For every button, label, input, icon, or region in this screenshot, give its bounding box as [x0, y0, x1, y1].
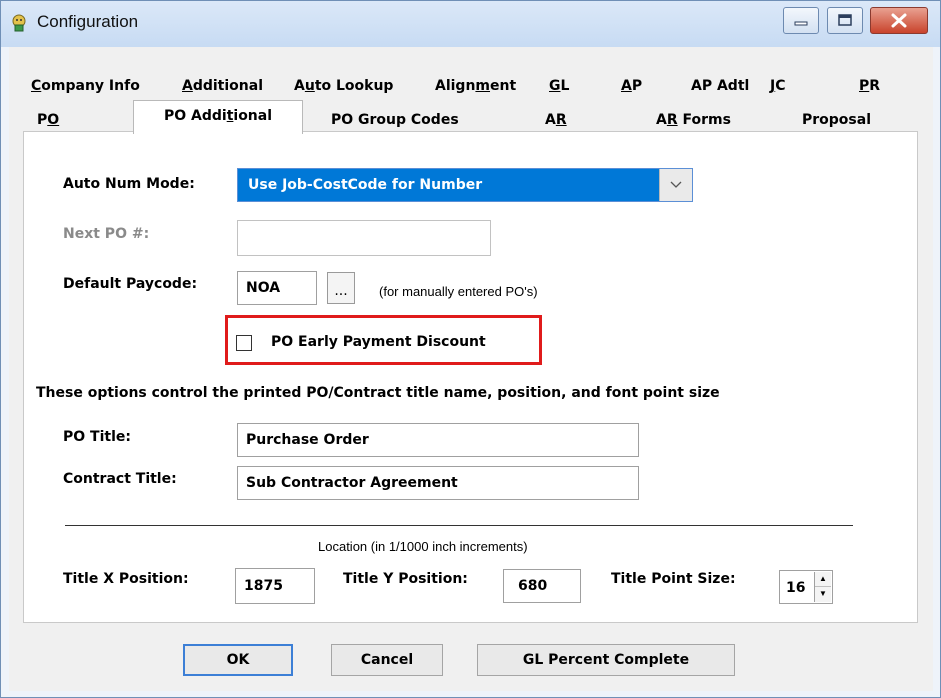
cancel-button[interactable]: Cancel [331, 644, 443, 676]
title-bar[interactable]: Configuration [1, 1, 940, 47]
default-paycode-label: Default Paycode: [63, 276, 198, 292]
maximize-button[interactable] [827, 7, 863, 34]
close-icon [891, 13, 907, 28]
auto-num-mode-label: Auto Num Mode: [63, 176, 195, 192]
close-button[interactable] [870, 7, 928, 34]
tab-po[interactable]: PO [37, 108, 59, 132]
tab-pr[interactable]: PR [859, 74, 880, 98]
location-note: Location (in 1/1000 inch increments) [318, 539, 528, 554]
tab-ap[interactable]: AP [621, 74, 642, 98]
gl-percent-complete-button[interactable]: GL Percent Complete [477, 644, 735, 676]
early-payment-discount-checkbox[interactable] [236, 335, 252, 351]
config-app-icon [12, 14, 26, 32]
point-size-value: 16 [786, 580, 806, 596]
paycode-browse-button[interactable]: ... [327, 272, 355, 304]
tab-proposal[interactable]: Proposal [802, 108, 871, 132]
tab-company-info[interactable]: Company Info [31, 74, 140, 98]
spinner-arrows[interactable]: ▲ ▼ [814, 572, 831, 602]
options-heading: These options control the printed PO/Con… [36, 385, 720, 401]
spin-down-icon[interactable]: ▼ [815, 587, 831, 601]
auto-num-mode-value: Use Job-CostCode for Number [248, 177, 483, 193]
tab-jc[interactable]: JC [770, 74, 786, 98]
tab-ar-forms[interactable]: AR Forms [656, 108, 731, 132]
window-title: Configuration [37, 12, 139, 31]
paycode-field[interactable]: NOA [237, 271, 317, 305]
tab-alignment[interactable]: Alignment [435, 74, 516, 98]
title-y-field[interactable]: 680 [503, 569, 581, 603]
next-po-field[interactable] [237, 220, 491, 256]
ok-button[interactable]: OK [183, 644, 293, 676]
title-x-field[interactable]: 1875 [235, 568, 315, 604]
spin-up-icon[interactable]: ▲ [815, 572, 831, 587]
dropdown-arrow[interactable] [659, 169, 692, 201]
auto-num-mode-select[interactable]: Use Job-CostCode for Number [237, 168, 693, 202]
contract-title-field[interactable]: Sub Contractor Agreement [237, 466, 639, 500]
title-y-label: Title Y Position: [343, 571, 468, 587]
tab-ap-adtl[interactable]: AP Adtl [691, 74, 749, 98]
tab-auto-lookup[interactable]: Auto Lookup [294, 74, 393, 98]
paycode-note: (for manually entered PO's) [379, 284, 538, 299]
po-title-field[interactable]: Purchase Order [237, 423, 639, 457]
point-size-spinner[interactable]: 16 ▲ ▼ [779, 570, 833, 604]
title-x-label: Title X Position: [63, 571, 189, 587]
tab-po-additional[interactable]: PO Additional [133, 100, 303, 134]
divider [65, 525, 853, 526]
point-size-label: Title Point Size: [611, 571, 736, 587]
minimize-button[interactable] [783, 7, 819, 34]
tab-additional[interactable]: Additional [182, 74, 263, 98]
chevron-down-icon [670, 181, 682, 188]
po-title-label: PO Title: [63, 429, 131, 445]
tab-ar[interactable]: AR [545, 108, 567, 132]
maximize-icon [838, 14, 852, 26]
early-payment-discount-label: PO Early Payment Discount [271, 334, 486, 350]
configuration-window: Configuration Company Info Additional Au… [0, 0, 941, 698]
contract-title-label: Contract Title: [63, 471, 177, 487]
next-po-label: Next PO #: [63, 226, 150, 242]
tab-gl[interactable]: GL [549, 74, 569, 98]
tab-po-group-codes[interactable]: PO Group Codes [331, 108, 459, 132]
minimize-icon [794, 21, 808, 26]
